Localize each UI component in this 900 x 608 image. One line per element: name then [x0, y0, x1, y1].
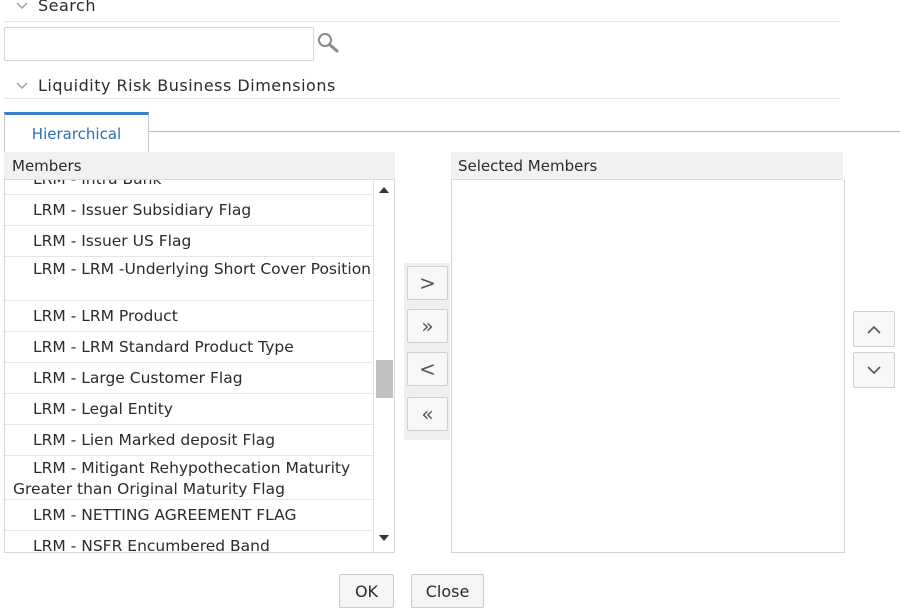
tab-hierarchical[interactable]: Hierarchical: [4, 112, 149, 152]
list-item[interactable]: LRM - LRM -Underlying Short Cover Positi…: [5, 257, 373, 301]
shuttle-controls: > » < «: [404, 263, 450, 440]
list-item[interactable]: LRM - Issuer US Flag: [5, 226, 373, 257]
selected-members-header: Selected Members: [451, 152, 843, 180]
list-item[interactable]: LRM - Intra Bank: [5, 180, 373, 195]
chevron-up-icon: [867, 325, 881, 334]
divider: [4, 21, 840, 22]
members-scrollbar[interactable]: [373, 180, 395, 553]
tab-bar-line: [149, 131, 900, 132]
members-header: Members: [4, 152, 395, 180]
list-item[interactable]: LRM - NETTING AGREEMENT FLAG: [5, 500, 373, 531]
move-selected-button[interactable]: >: [407, 266, 448, 300]
dimensions-section-label: Liquidity Risk Business Dimensions: [38, 76, 336, 95]
move-up-button[interactable]: [853, 311, 895, 347]
search-input[interactable]: [4, 27, 314, 61]
move-down-button[interactable]: [853, 352, 895, 388]
selected-members-list[interactable]: [451, 180, 845, 553]
list-item[interactable]: LRM - Lien Marked deposit Flag: [5, 425, 373, 456]
divider: [4, 98, 840, 99]
scroll-down-arrow-icon[interactable]: [379, 535, 389, 541]
remove-all-button[interactable]: «: [407, 397, 448, 431]
scroll-up-arrow-icon[interactable]: [379, 187, 389, 193]
move-all-button[interactable]: »: [407, 309, 448, 343]
list-item[interactable]: LRM - LRM Standard Product Type: [5, 332, 373, 363]
tab-label: Hierarchical: [31, 124, 122, 143]
list-item[interactable]: LRM - NSFR Encumbered Band: [5, 531, 373, 553]
list-item[interactable]: LRM - LRM Product: [5, 301, 373, 332]
search-icon[interactable]: [316, 31, 342, 55]
list-item[interactable]: LRM - Large Customer Flag: [5, 363, 373, 394]
ok-button[interactable]: OK: [339, 574, 394, 608]
list-item[interactable]: LRM - Legal Entity: [5, 394, 373, 425]
chevron-down-icon: [16, 79, 28, 93]
dimensions-section-header[interactable]: Liquidity Risk Business Dimensions: [16, 76, 336, 95]
chevron-down-icon: [16, 0, 28, 13]
chevron-down-icon: [867, 365, 881, 374]
members-list[interactable]: LRM - Intra Bank LRM - Issuer Subsidiary…: [4, 180, 373, 553]
scrollbar-thumb[interactable]: [376, 360, 393, 398]
list-item[interactable]: LRM - Mitigant Rehypothecation Maturity …: [5, 456, 373, 500]
close-button[interactable]: Close: [411, 574, 484, 608]
remove-selected-button[interactable]: <: [407, 352, 448, 386]
search-section-label: Search: [38, 0, 96, 15]
search-section-header[interactable]: Search: [16, 0, 96, 15]
list-item[interactable]: LRM - Issuer Subsidiary Flag: [5, 195, 373, 226]
